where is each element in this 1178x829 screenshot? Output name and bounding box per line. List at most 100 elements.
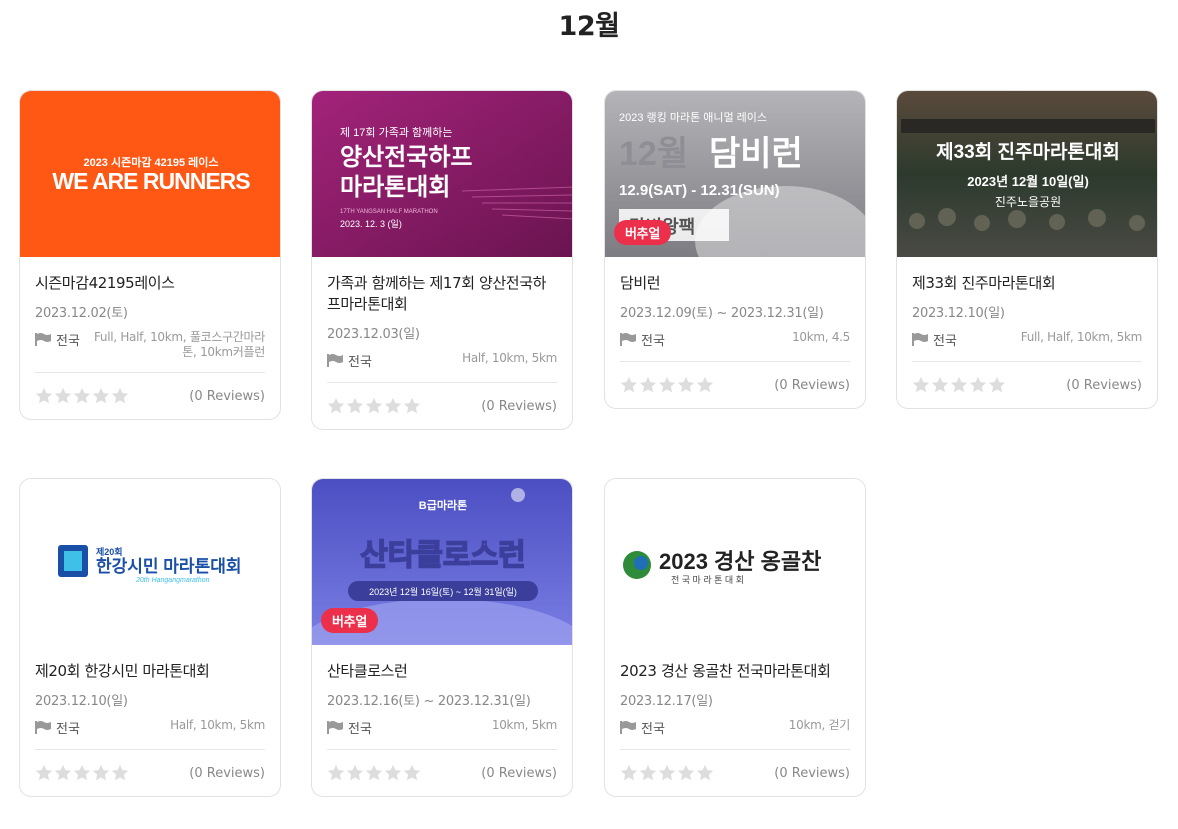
star-icon	[92, 387, 110, 404]
star-rating	[620, 376, 714, 394]
star-icon	[620, 764, 638, 781]
star-icon	[365, 397, 383, 414]
event-thumbnail[interactable]: 제33회 진주마라톤대회 2023년 12월 10일(일) 진주노을공원	[897, 91, 1157, 257]
event-card[interactable]: 제20회 한강시민 마라톤대회 20th Hangangmarathon 제20…	[19, 478, 281, 797]
event-card[interactable]: B급마라톤 산타클로스런 2023년 12월 16일(토) ~ 12월 31일(…	[311, 478, 573, 797]
event-date: 2023.12.10(일)	[912, 306, 1005, 321]
event-thumbnail[interactable]: 2023 경산 옹골찬 전 국 마 라 톤 대 회	[605, 479, 865, 645]
flag-icon	[327, 354, 343, 367]
star-icon	[92, 764, 110, 781]
event-distances: Half, 10km, 5km	[462, 351, 557, 365]
svg-text:12월: 12월	[619, 135, 688, 173]
event-date: 2023.12.09(토) ~ 2023.12.31(일)	[620, 306, 824, 321]
svg-text:17TH YANGSAN HALF MARATHON: 17TH YANGSAN HALF MARATHON	[340, 209, 438, 215]
star-icon	[931, 376, 949, 393]
star-icon	[639, 376, 657, 393]
event-title[interactable]: 제20회 한강시민 마라톤대회	[35, 661, 265, 682]
review-count: (0 Reviews)	[481, 765, 557, 781]
svg-text:진주노을공원: 진주노을공원	[995, 195, 1061, 209]
star-icon	[35, 387, 53, 404]
flag-icon	[35, 333, 51, 346]
event-thumbnail[interactable]: 제 17회 가족과 함께하는 양산전국하프 마라톤대회 17TH YANGSAN…	[312, 91, 572, 257]
star-icon	[677, 376, 695, 393]
event-region: 전국	[327, 351, 372, 370]
event-poster: 제20회 한강시민 마라톤대회 20th Hangangmarathon	[20, 479, 280, 645]
star-icon	[912, 376, 930, 393]
event-thumbnail[interactable]: B급마라톤 산타클로스런 2023년 12월 16일(토) ~ 12월 31일(…	[312, 479, 572, 645]
svg-text:2023 경산 옹골찬: 2023 경산 옹골찬	[659, 549, 821, 574]
svg-text:산타클로스런: 산타클로스런	[360, 539, 526, 572]
star-rating	[327, 397, 421, 415]
star-rating	[912, 376, 1006, 394]
event-title[interactable]: 가족과 함께하는 제17회 양산전국하프마라톤대회	[327, 273, 557, 315]
star-icon	[658, 376, 676, 393]
svg-text:전 국 마 라 톤 대 회: 전 국 마 라 톤 대 회	[671, 575, 744, 585]
svg-text:WE ARE RUNNERS: WE ARE RUNNERS	[52, 168, 250, 194]
review-count: (0 Reviews)	[189, 765, 265, 781]
event-distances: Full, Half, 10km, 5km	[1020, 330, 1143, 344]
event-date: 2023.12.10(일)	[35, 694, 128, 709]
star-icon	[988, 376, 1006, 393]
svg-text:2023년 12월 10일(일): 2023년 12월 10일(일)	[967, 174, 1089, 189]
star-icon	[696, 764, 714, 781]
star-icon	[969, 376, 987, 393]
review-count: (0 Reviews)	[774, 377, 850, 393]
event-region: 전국	[912, 330, 957, 349]
event-distances: Half, 10km, 5km	[170, 718, 265, 732]
event-date: 2023.12.16(토) ~ 2023.12.31(일)	[327, 694, 531, 709]
event-title[interactable]: 산타클로스런	[327, 661, 557, 682]
star-icon	[54, 764, 72, 781]
event-title[interactable]: 시즌마감42195레이스	[35, 273, 265, 294]
event-card[interactable]: 제33회 진주마라톤대회 2023년 12월 10일(일) 진주노을공원 제33…	[896, 90, 1158, 409]
star-icon	[111, 387, 129, 404]
virtual-badge: 버추얼	[321, 608, 378, 633]
star-icon	[327, 764, 345, 781]
event-title[interactable]: 담비런	[620, 273, 850, 294]
review-count: (0 Reviews)	[189, 388, 265, 404]
flag-icon	[912, 333, 928, 346]
flag-icon	[327, 721, 343, 734]
event-title[interactable]: 제33회 진주마라톤대회	[912, 273, 1142, 294]
event-thumbnail[interactable]: 제20회 한강시민 마라톤대회 20th Hangangmarathon	[20, 479, 280, 645]
event-distances: 10km, 5km	[491, 718, 557, 732]
event-distances: 10km, 4.5	[792, 330, 850, 344]
event-thumbnail[interactable]: 2023 시즌마감 42195 레이스 WE ARE RUNNERS	[20, 91, 280, 257]
star-icon	[111, 764, 129, 781]
flag-icon	[620, 721, 636, 734]
svg-text:20th Hangangmarathon: 20th Hangangmarathon	[135, 577, 210, 584]
review-count: (0 Reviews)	[481, 398, 557, 414]
event-region: 전국	[327, 718, 372, 737]
star-icon	[346, 764, 364, 781]
star-icon	[403, 764, 421, 781]
event-title[interactable]: 2023 경산 옹골찬 전국마라톤대회	[620, 661, 850, 682]
region-label: 전국	[933, 334, 957, 349]
star-icon	[346, 397, 364, 414]
event-thumbnail[interactable]: 2023 랭킹 마라톤 애니멀 레이스 12월 담비런 12.9(SAT) - …	[605, 91, 865, 257]
review-count: (0 Reviews)	[774, 765, 850, 781]
region-label: 전국	[641, 334, 665, 349]
svg-text:2023. 12. 3 (일): 2023. 12. 3 (일)	[340, 219, 402, 229]
region-label: 전국	[56, 722, 80, 737]
event-card[interactable]: 제 17회 가족과 함께하는 양산전국하프 마라톤대회 17TH YANGSAN…	[311, 90, 573, 430]
star-icon	[384, 764, 402, 781]
svg-text:한강시민 마라톤대회: 한강시민 마라톤대회	[96, 557, 241, 576]
star-icon	[639, 764, 657, 781]
star-icon	[696, 376, 714, 393]
svg-text:제20회: 제20회	[96, 546, 123, 557]
star-icon	[658, 764, 676, 781]
region-label: 전국	[56, 334, 80, 349]
event-poster: 제33회 진주마라톤대회 2023년 12월 10일(일) 진주노을공원	[897, 91, 1157, 257]
star-rating	[327, 764, 421, 782]
svg-text:담비런: 담비런	[709, 135, 803, 173]
event-card[interactable]: 2023 시즌마감 42195 레이스 WE ARE RUNNERS 시즌마감4…	[19, 90, 281, 420]
star-icon	[403, 397, 421, 414]
region-label: 전국	[348, 355, 372, 370]
star-icon	[620, 376, 638, 393]
event-card[interactable]: 2023 랭킹 마라톤 애니멀 레이스 12월 담비런 12.9(SAT) - …	[604, 90, 866, 409]
svg-text:2023 시즌마감 42195 레이스: 2023 시즌마감 42195 레이스	[83, 155, 218, 169]
event-date: 2023.12.02(토)	[35, 306, 128, 321]
event-date: 2023.12.03(일)	[327, 327, 420, 342]
svg-text:양산전국하프: 양산전국하프	[340, 144, 472, 171]
event-region: 전국	[35, 330, 80, 349]
event-card[interactable]: 2023 경산 옹골찬 전 국 마 라 톤 대 회 2023 경산 옹골찬 전국…	[604, 478, 866, 797]
